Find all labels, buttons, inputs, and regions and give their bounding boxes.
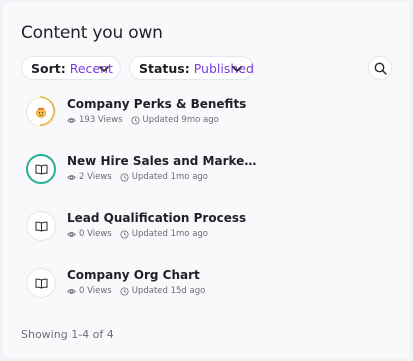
item-icon-wrapper <box>26 268 56 298</box>
book-icon <box>35 164 47 175</box>
content-panel: Content you own Sort: Recent Status: Pub… <box>1 1 411 359</box>
item-icon-wrapper <box>26 154 56 184</box>
eye-icon <box>67 117 76 123</box>
status-label: Status: <box>139 60 190 76</box>
clock-icon <box>120 286 129 296</box>
list-item[interactable]: New Hire Sales and Marketing Trai... 2 V… <box>26 154 386 188</box>
status-dropdown[interactable]: Status: Published <box>129 56 254 80</box>
item-updated: Updated 1mo ago <box>131 172 208 182</box>
item-icon-wrapper <box>26 211 56 241</box>
sort-dropdown[interactable]: Sort: Recent <box>21 56 121 80</box>
item-updated: Updated 9mo ago <box>142 115 219 125</box>
item-views: 0 Views <box>79 229 112 239</box>
page-title: Content you own <box>21 23 163 43</box>
chevron-down-icon <box>99 66 109 72</box>
item-updated: Updated 1mo ago <box>131 229 208 239</box>
list-item[interactable]: Company Org Chart 0 Views Updated 15d ag… <box>26 268 386 302</box>
item-title[interactable]: Lead Qualification Process <box>67 211 246 225</box>
progress-ring-icon <box>39 96 55 126</box>
list-item[interactable]: Lead Qualification Process 0 Views Updat… <box>26 211 386 245</box>
book-icon <box>35 221 47 232</box>
item-meta: 0 Views Updated 15d ago <box>67 286 205 296</box>
item-title[interactable]: Company Perks & Benefits <box>67 97 246 111</box>
clock-icon <box>120 229 129 239</box>
sort-label: Sort: <box>31 60 66 76</box>
item-meta: 193 Views Updated 9mo ago <box>67 115 219 125</box>
eye-icon <box>67 231 76 237</box>
item-icon-wrapper <box>26 96 56 127</box>
item-meta: 0 Views Updated 1mo ago <box>67 229 208 239</box>
item-views: 0 Views <box>79 286 112 296</box>
list-item[interactable]: Company Perks & Benefits 193 Views Updat… <box>26 96 386 131</box>
chevron-down-icon <box>232 66 242 72</box>
item-title[interactable]: New Hire Sales and Marketing Trai... <box>67 154 257 168</box>
status-value: Published <box>193 60 254 76</box>
item-title[interactable]: Company Org Chart <box>67 268 200 282</box>
search-button[interactable] <box>368 56 392 80</box>
item-views: 193 Views <box>79 115 123 125</box>
clock-icon <box>120 172 129 182</box>
book-icon <box>35 278 47 289</box>
clock-icon <box>131 115 140 125</box>
item-meta: 2 Views Updated 1mo ago <box>67 172 208 182</box>
search-icon <box>374 62 387 75</box>
eye-icon <box>67 174 76 180</box>
item-updated: Updated 15d ago <box>131 286 206 296</box>
item-views: 2 Views <box>79 172 112 182</box>
eye-icon <box>67 288 76 294</box>
pagination-status: Showing 1-4 of 4 <box>21 328 114 341</box>
